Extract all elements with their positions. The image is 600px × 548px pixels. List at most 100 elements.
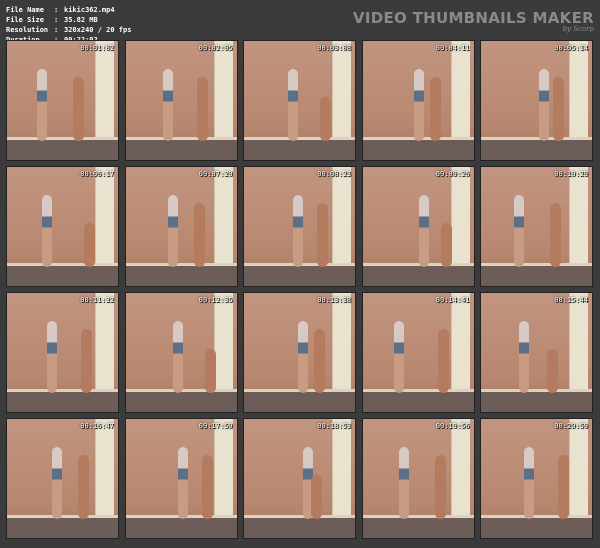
figure-silhouette	[52, 447, 62, 519]
door-shape	[213, 167, 233, 265]
door-shape	[332, 167, 351, 265]
figure-silhouette	[553, 77, 564, 141]
thumbnail-timestamp: 00:13:38	[317, 296, 351, 304]
figure-silhouette	[177, 447, 188, 519]
door-shape	[95, 167, 114, 265]
brand-title: VIDEO THUMBNAILS MAKER	[352, 9, 594, 27]
video-thumbnail: 00:05:14	[480, 40, 593, 161]
floor-shape	[125, 266, 237, 286]
floor-shape	[362, 140, 474, 160]
figure-silhouette	[550, 203, 561, 267]
info-value: 320x240 / 20 fps	[64, 26, 132, 34]
brand-logo: VIDEO THUMBNAILS MAKER by Scorp	[353, 9, 594, 33]
floor-shape	[7, 392, 118, 412]
video-thumbnail: 00:12:35	[124, 292, 238, 413]
video-thumbnail: 00:13:38	[243, 292, 356, 413]
door-shape	[569, 41, 588, 139]
video-thumbnail: 00:06:17	[6, 166, 119, 287]
thumbnail-timestamp: 00:14:41	[435, 296, 470, 304]
figure-silhouette	[201, 455, 213, 519]
info-key: File Name	[6, 6, 44, 14]
figure-silhouette	[429, 77, 441, 141]
door-shape	[569, 167, 588, 265]
floor-shape	[244, 140, 355, 160]
info-row-resolution: Resolution:320x240 / 20 fps	[6, 26, 132, 34]
info-value: kikic362.mp4	[64, 6, 115, 14]
video-thumbnail: 00:18:53	[243, 418, 356, 539]
info-row-file-name: File Name: kikic362.mp4	[6, 6, 115, 14]
figure-silhouette	[162, 69, 173, 141]
door-shape	[95, 293, 114, 391]
floor-shape	[481, 266, 592, 286]
video-thumbnail: 00:03:08	[243, 40, 356, 161]
video-thumbnail: 00:02:05	[124, 40, 238, 161]
floor-shape	[7, 266, 118, 286]
video-thumbnail: 00:14:41	[361, 292, 475, 413]
info-key: Resolution	[6, 26, 49, 34]
figure-silhouette	[418, 195, 429, 267]
thumbnail-timestamp: 00:06:17	[80, 170, 114, 178]
floor-shape	[125, 392, 237, 412]
figure-silhouette	[84, 223, 95, 267]
floor-shape	[244, 392, 355, 412]
figure-silhouette	[298, 321, 308, 393]
figure-silhouette	[539, 69, 549, 141]
video-thumbnail: 00:01:02	[6, 40, 119, 161]
door-shape	[332, 293, 351, 391]
figure-silhouette	[196, 77, 208, 141]
figure-silhouette	[413, 69, 424, 141]
video-thumbnail: 00:15:44	[480, 292, 593, 413]
video-thumbnail: 00:19:56	[361, 418, 475, 539]
door-shape	[450, 419, 470, 517]
door-shape	[95, 419, 114, 517]
figure-silhouette	[81, 329, 92, 393]
thumbnail-timestamp: 00:02:05	[198, 44, 233, 52]
door-shape	[450, 293, 470, 391]
thumbnail-timestamp: 00:08:23	[317, 170, 351, 178]
thumbnail-timestamp: 00:07:20	[198, 170, 233, 178]
figure-silhouette	[42, 195, 52, 267]
info-value: 35.82 MB	[64, 16, 98, 24]
door-shape	[332, 41, 351, 139]
figure-silhouette	[434, 455, 446, 519]
thumbnail-timestamp: 00:15:44	[554, 296, 588, 304]
thumbnail-timestamp: 00:17:50	[198, 422, 233, 430]
door-shape	[450, 41, 470, 139]
figure-silhouette	[519, 321, 529, 393]
thumbnail-timestamp: 00:01:02	[80, 44, 114, 52]
thumbnail-timestamp: 00:09:26	[435, 170, 470, 178]
figure-silhouette	[172, 321, 183, 393]
door-shape	[213, 41, 233, 139]
floor-shape	[244, 266, 355, 286]
figure-silhouette	[47, 321, 57, 393]
door-shape	[213, 293, 233, 391]
thumbnail-timestamp: 00:03:08	[317, 44, 351, 52]
floor-shape	[244, 518, 355, 538]
thumbnail-grid: 00:01:02 00:02:05 00:03:08 00:04:11 00:05:14…	[6, 40, 594, 544]
figure-silhouette	[558, 455, 569, 519]
thumbnail-timestamp: 00:11:32	[80, 296, 114, 304]
figure-silhouette	[440, 223, 452, 267]
video-thumbnail: 00:09:26	[361, 166, 475, 287]
figure-silhouette	[398, 447, 409, 519]
floor-shape	[481, 518, 592, 538]
thumbnail-timestamp: 00:05:14	[554, 44, 588, 52]
thumbnail-timestamp: 00:19:56	[435, 422, 470, 430]
thumbnail-timestamp: 00:18:53	[317, 422, 351, 430]
floor-shape	[7, 518, 118, 538]
figure-silhouette	[547, 349, 558, 393]
door-shape	[95, 41, 114, 139]
figure-silhouette	[320, 97, 331, 141]
thumbnail-timestamp: 00:10:29	[554, 170, 588, 178]
video-thumbnail: 00:16:47	[6, 418, 119, 539]
floor-shape	[481, 392, 592, 412]
figure-silhouette	[73, 77, 84, 141]
figure-silhouette	[311, 475, 322, 519]
figure-silhouette	[524, 447, 534, 519]
info-row-file-size: File Size:35.82 MB	[6, 16, 98, 24]
figure-silhouette	[37, 69, 47, 141]
door-shape	[213, 419, 233, 517]
floor-shape	[7, 140, 118, 160]
figure-silhouette	[288, 69, 298, 141]
figure-silhouette	[514, 195, 524, 267]
